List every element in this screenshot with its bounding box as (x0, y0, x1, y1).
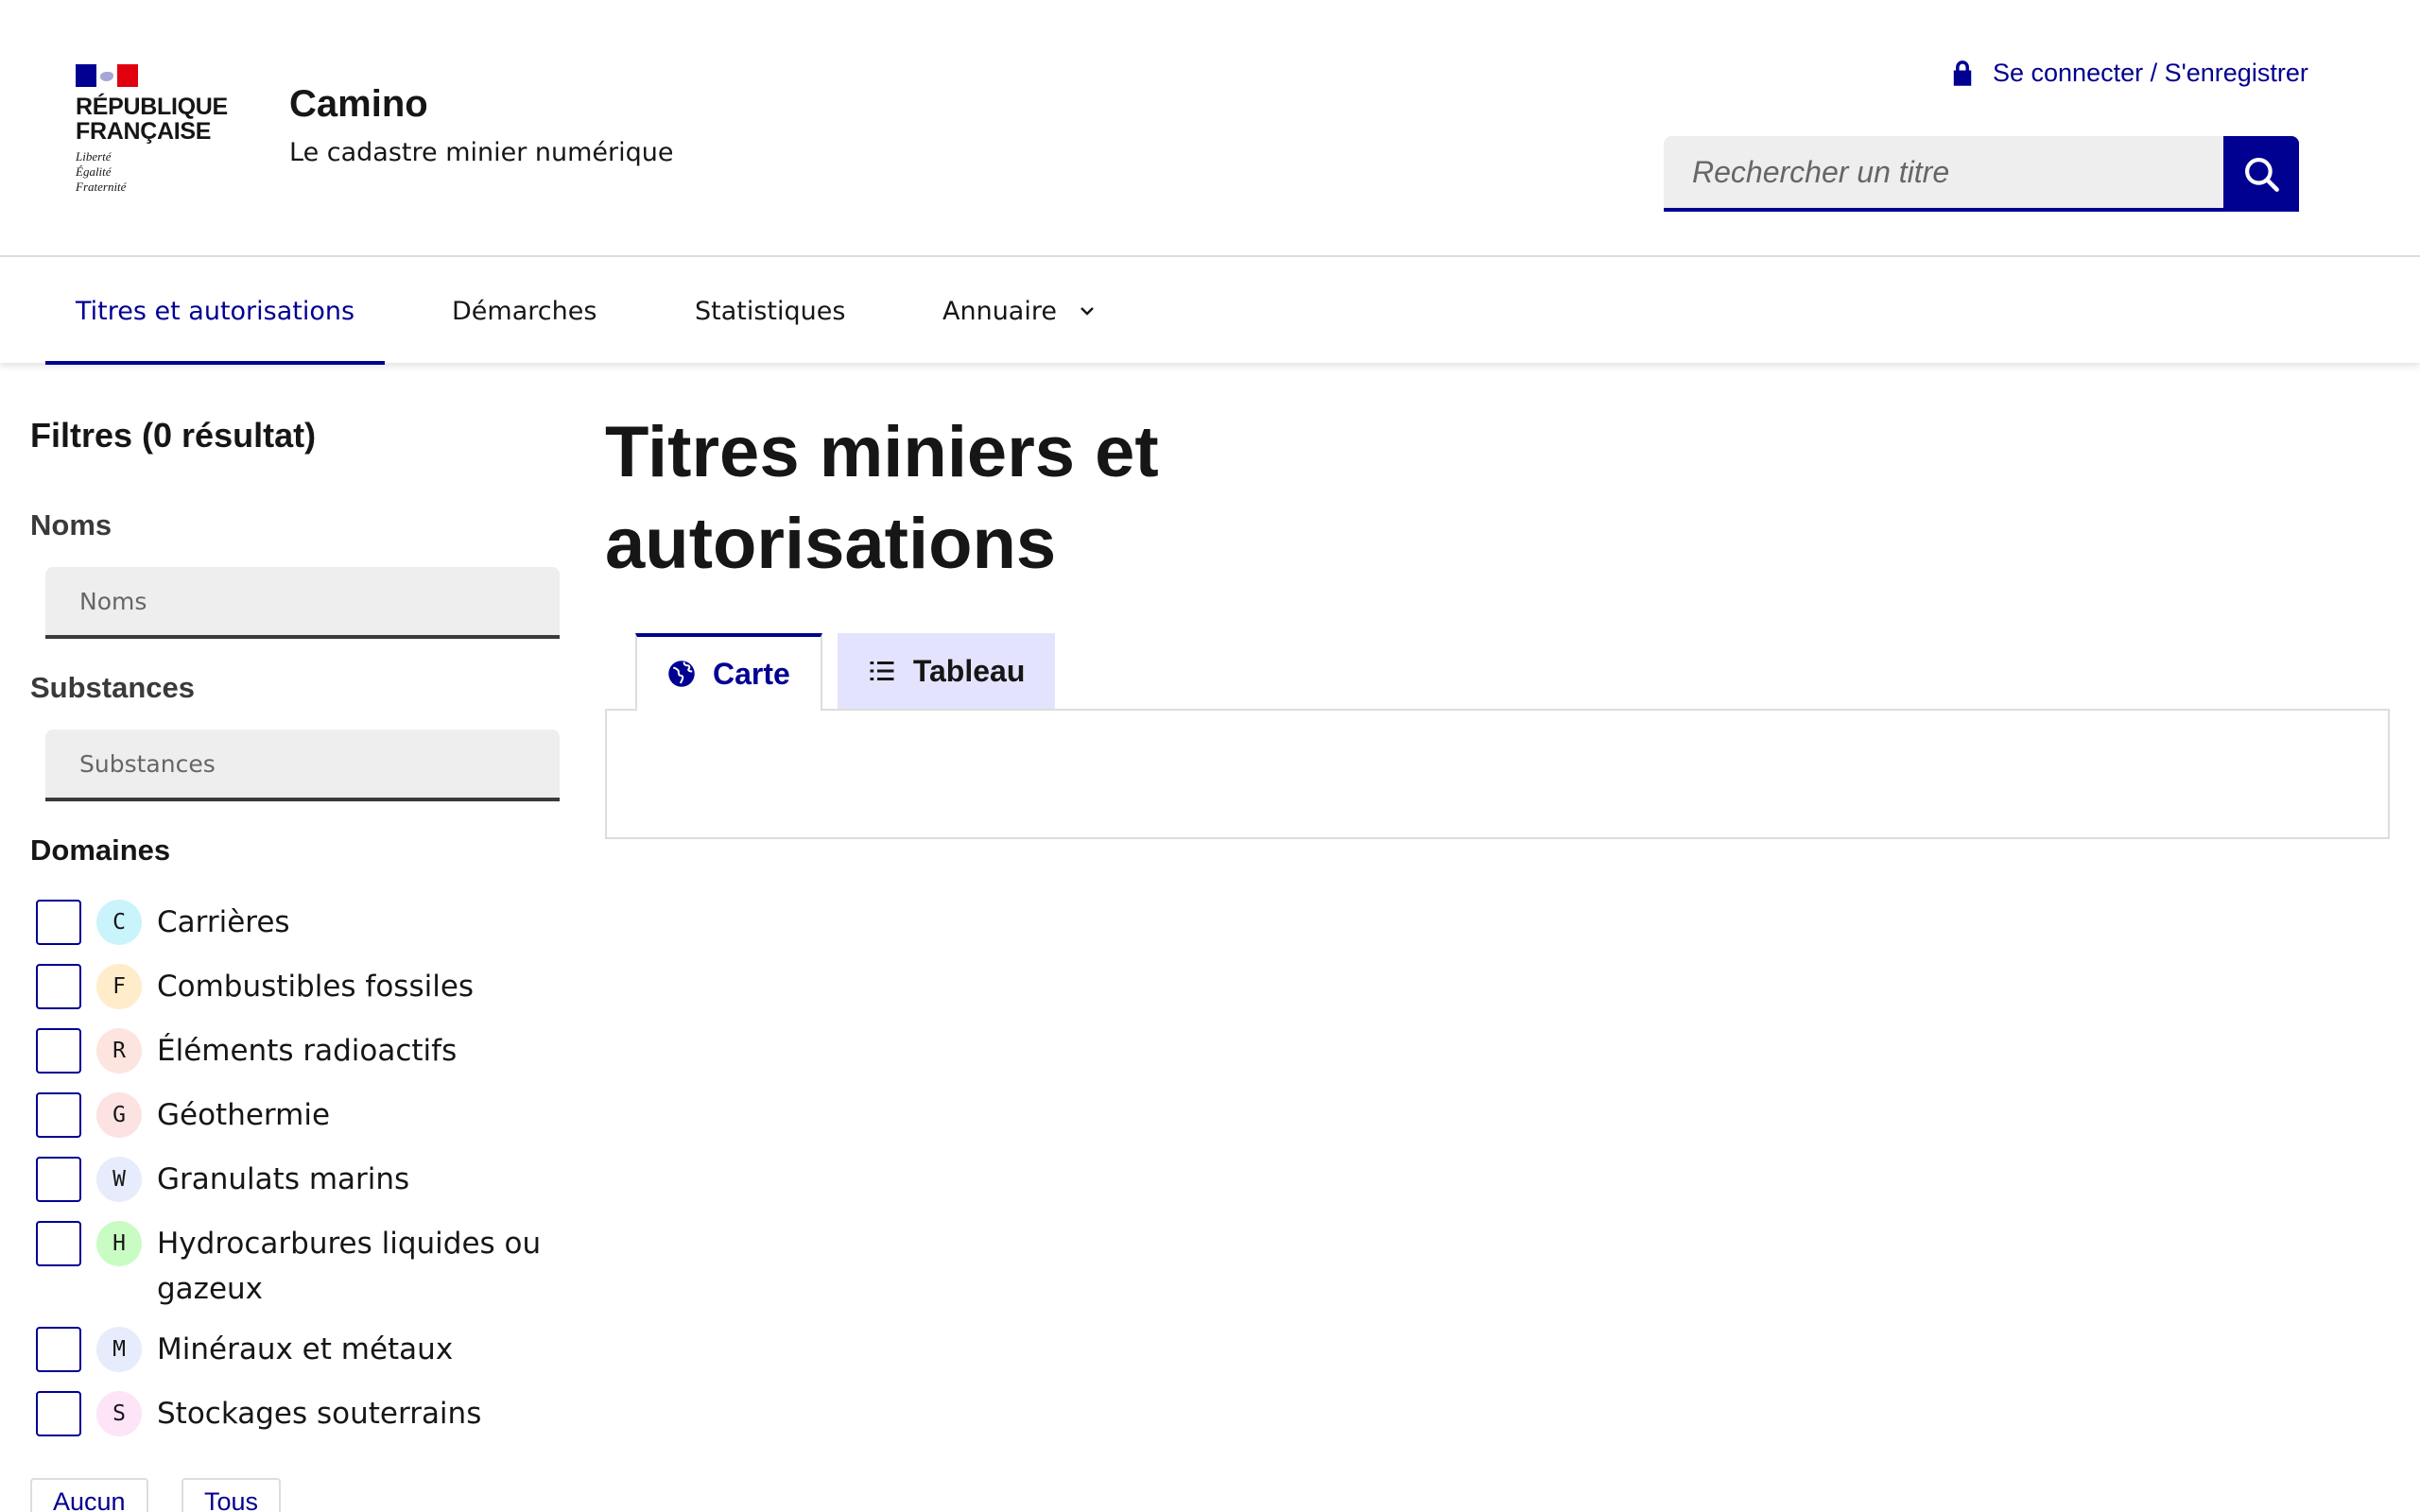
service-branding[interactable]: Camino Le cadastre minier numérique (289, 79, 674, 172)
domaine-checkbox[interactable] (36, 1391, 81, 1436)
globe-icon (668, 661, 695, 687)
domaine-label: Géothermie (157, 1098, 331, 1132)
domaine-badge: H (96, 1221, 142, 1266)
nav-item-titres[interactable]: Titres et autorisations (44, 259, 386, 365)
search-icon (2245, 158, 2279, 192)
nav-item-annuaire[interactable]: Annuaire (942, 259, 1097, 363)
domaine-badge: W (96, 1157, 142, 1202)
search-placeholder: Rechercher un titre (1692, 154, 1950, 189)
marianne-flag-icon (76, 64, 138, 87)
domaine-checkbox[interactable] (36, 1092, 81, 1138)
domaine-item-hydrocarbures[interactable]: H Hydrocarbures liquides ou gazeux (36, 1221, 554, 1312)
domaine-label: Stockages souterrains (157, 1397, 482, 1431)
domaine-item-stockages-souterrains[interactable]: S Stockages souterrains (36, 1391, 554, 1436)
domaine-checkbox[interactable] (36, 1157, 81, 1202)
domaine-checkbox[interactable] (36, 1221, 81, 1266)
tab-label: Carte (713, 656, 790, 691)
substances-input[interactable]: Substances (45, 730, 560, 801)
login-label: Se connecter / S'enregistrer (1993, 59, 2308, 87)
republique-francaise-logo[interactable]: RÉPUBLIQUE FRANÇAISE Liberté Égalité Fra… (76, 64, 265, 195)
domaine-badge: C (96, 900, 142, 945)
tab-tableau[interactable]: Tableau (837, 633, 1056, 709)
domaine-item-carrieres[interactable]: C Carrières (36, 900, 554, 945)
nav-item-label: Titres et autorisations (76, 296, 355, 326)
domaine-item-geothermie[interactable]: G Géothermie (36, 1092, 554, 1138)
domaine-label: Granulats marins (157, 1162, 410, 1196)
service-title: Camino (289, 83, 428, 125)
nav-item-label: Statistiques (695, 296, 846, 326)
domaine-item-elements-radioactifs[interactable]: R Éléments radioactifs (36, 1028, 554, 1074)
page-title: Titres miniers et autorisations (605, 412, 1159, 584)
domaine-checkbox[interactable] (36, 1327, 81, 1372)
domaine-item-combustibles-fossiles[interactable]: F Combustibles fossiles (36, 964, 554, 1009)
nav-item-demarches[interactable]: Démarches (452, 259, 596, 363)
main-navigation: Titres et autorisations Démarches Statis… (0, 259, 2420, 365)
site-header: RÉPUBLIQUE FRANÇAISE Liberté Égalité Fra… (0, 0, 2420, 257)
domaine-label: Minéraux et métaux (157, 1332, 454, 1366)
filters-title: Filtres (0 résultat) (30, 416, 317, 455)
domaine-badge: S (96, 1391, 142, 1436)
substances-label: Substances (30, 671, 196, 704)
rf-motto: Liberté Égalité Fraternité (76, 149, 127, 194)
substances-placeholder: Substances (79, 749, 216, 778)
service-tagline: Le cadastre minier numérique (289, 138, 674, 167)
domaine-label: Combustibles fossiles (157, 970, 475, 1004)
noms-label: Noms (30, 508, 112, 541)
title-search: Rechercher un titre (1664, 136, 2299, 212)
list-icon (870, 662, 894, 680)
map-panel[interactable] (605, 709, 2390, 839)
domaine-badge: M (96, 1327, 142, 1372)
domaine-badge: G (96, 1092, 142, 1138)
nav-item-statistiques[interactable]: Statistiques (695, 259, 845, 363)
domaine-badge: R (96, 1028, 142, 1074)
nav-item-label: Démarches (452, 296, 597, 326)
domaine-checkbox[interactable] (36, 1028, 81, 1074)
chevron-down-icon (1080, 307, 1094, 316)
lock-icon (1953, 60, 1972, 86)
tab-label: Tableau (912, 653, 1026, 688)
domaine-label: Hydrocarbures liquides ou gazeux (157, 1227, 542, 1306)
select-none-button[interactable]: Aucun (30, 1478, 148, 1512)
domaine-label: Éléments radioactifs (157, 1034, 458, 1068)
tab-carte[interactable]: Carte (635, 633, 822, 711)
login-link[interactable]: Se connecter / S'enregistrer (1949, 59, 2308, 88)
rf-name: RÉPUBLIQUE FRANÇAISE (76, 94, 228, 145)
nav-item-label: Annuaire (942, 296, 1057, 326)
domaines-label: Domaines (30, 833, 171, 867)
domaine-checkbox[interactable] (36, 964, 81, 1009)
view-tabs: Carte Tableau (635, 633, 1056, 711)
select-all-button[interactable]: Tous (182, 1478, 282, 1512)
noms-placeholder: Noms (79, 587, 147, 615)
search-input[interactable]: Rechercher un titre (1664, 136, 2223, 212)
domaine-item-mineraux-metaux[interactable]: M Minéraux et métaux (36, 1327, 554, 1372)
domaine-checkbox[interactable] (36, 900, 81, 945)
domaine-label: Carrières (157, 905, 290, 939)
domaine-badge: F (96, 964, 142, 1009)
domaine-item-granulats-marins[interactable]: W Granulats marins (36, 1157, 554, 1202)
noms-input[interactable]: Noms (45, 567, 560, 639)
search-button[interactable] (2223, 136, 2299, 212)
